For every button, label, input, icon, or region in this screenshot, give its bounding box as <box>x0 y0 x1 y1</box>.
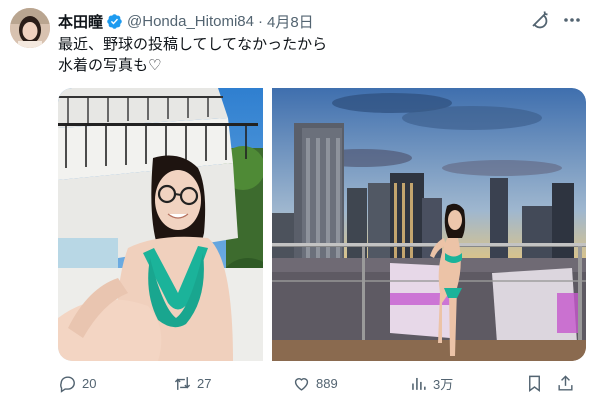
media-grid <box>58 88 586 361</box>
post-text: 最近、野球の投稿してしてなかったから 水着の写真も♡ <box>58 35 328 74</box>
like-button[interactable]: 889 <box>292 372 338 394</box>
repost-count: 27 <box>197 375 212 391</box>
share-button[interactable] <box>556 372 580 394</box>
author-name[interactable]: 本田瞳 <box>58 11 103 32</box>
views-button[interactable]: 3万 <box>409 372 453 394</box>
action-bar: 20 27 889 3万 <box>58 372 578 394</box>
grok-icon[interactable] <box>528 9 550 31</box>
post-header: 本田瞳 @Honda_Hitomi84 · 4月8日 <box>58 11 314 31</box>
post-card[interactable]: 本田瞳 @Honda_Hitomi84 · 4月8日 最近、野球の投稿してしてな… <box>0 0 592 404</box>
verified-badge-icon <box>106 13 123 30</box>
repost-button[interactable]: 27 <box>173 372 211 394</box>
separator-dot: · <box>257 12 263 30</box>
bookmark-icon <box>529 375 540 392</box>
reply-button[interactable]: 20 <box>58 372 96 394</box>
views-count: 3万 <box>433 376 454 392</box>
like-icon <box>294 377 309 391</box>
bookmark-button[interactable] <box>525 372 549 394</box>
post-date[interactable]: 4月8日 <box>267 11 314 32</box>
more-icon[interactable] <box>561 9 583 31</box>
share-icon <box>558 374 573 391</box>
author-handle[interactable]: @Honda_Hitomi84 <box>127 13 254 30</box>
photo-sunset-balcony[interactable] <box>272 88 586 361</box>
reply-icon <box>60 375 75 393</box>
reply-count: 20 <box>82 375 97 391</box>
repost-icon <box>174 376 191 390</box>
like-count: 889 <box>316 375 338 391</box>
photo-balcony-selfie[interactable] <box>58 88 263 361</box>
avatar[interactable] <box>10 8 50 48</box>
views-icon <box>412 377 426 390</box>
